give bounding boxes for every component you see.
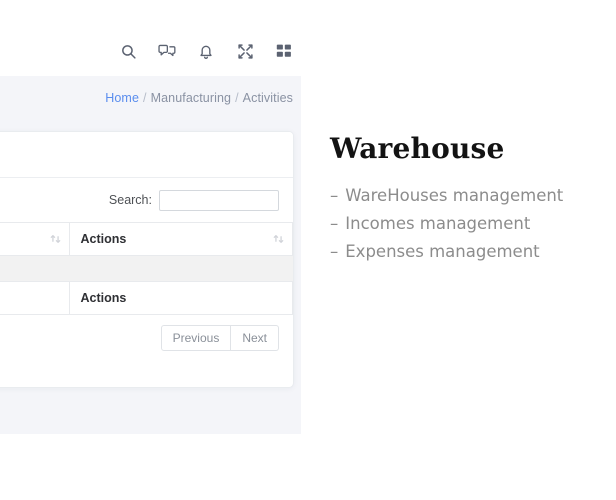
top-navbar	[0, 0, 301, 76]
bell-icon[interactable]	[197, 42, 215, 60]
card-header	[0, 132, 293, 178]
data-table-card: Search: Actions Actions Previous Next	[0, 131, 294, 388]
breadcrumb: Home / Manufacturing / Activities	[105, 91, 293, 105]
breadcrumb-separator: /	[143, 91, 147, 105]
search-label: Search:	[108, 193, 152, 207]
list-item-label: Incomes management	[345, 214, 531, 233]
next-page-button[interactable]: Next	[231, 324, 279, 351]
table-header-row: Actions	[0, 222, 293, 256]
breadcrumb-item-activities: Activities	[242, 91, 293, 105]
breadcrumb-bar: Home / Manufacturing / Activities	[0, 76, 301, 122]
table-row[interactable]	[0, 255, 293, 282]
previous-page-button[interactable]: Previous	[160, 324, 232, 351]
activities-table: Actions Actions	[0, 222, 293, 315]
fullscreen-icon[interactable]	[236, 42, 254, 60]
overlay-text-pane: Warehouse – WareHouses management – Inco…	[330, 0, 616, 500]
list-item: – Incomes management	[330, 210, 616, 238]
breadcrumb-item-home[interactable]: Home	[105, 91, 139, 105]
list-item: – WareHouses management	[330, 182, 616, 210]
table-header-cell-blank[interactable]	[0, 222, 70, 256]
list-bullet-dash: –	[330, 214, 339, 233]
application-panel: Home / Manufacturing / Activities Search:	[0, 0, 301, 434]
table-cell-empty	[0, 255, 293, 282]
list-item-label: Expenses management	[345, 242, 540, 261]
breadcrumb-item-manufacturing[interactable]: Manufacturing	[151, 91, 232, 105]
screenshot-root: Home / Manufacturing / Activities Search:	[0, 0, 616, 500]
overlay-feature-list: – WareHouses management – Incomes manage…	[330, 182, 616, 266]
navbar-icon-group	[119, 42, 293, 60]
table-head: Actions	[0, 222, 293, 256]
table-footer-cell-actions: Actions	[69, 281, 293, 315]
card-body: Search: Actions Actions Previous Next	[0, 178, 293, 360]
table-foot: Actions	[0, 281, 293, 315]
table-footer-cell-blank	[0, 281, 70, 315]
sort-icon	[273, 235, 284, 243]
table-header-cell-actions[interactable]: Actions	[69, 222, 293, 256]
list-item: – Expenses management	[330, 238, 616, 266]
breadcrumb-separator: /	[235, 91, 239, 105]
table-search-row: Search:	[0, 178, 293, 222]
chat-icon[interactable]	[158, 42, 176, 60]
list-bullet-dash: –	[330, 186, 339, 205]
search-input[interactable]	[159, 189, 279, 211]
list-bullet-dash: –	[330, 242, 339, 261]
search-icon[interactable]	[119, 42, 137, 60]
table-body	[0, 255, 293, 282]
pagination: Previous Next	[0, 315, 293, 360]
table-footer-row: Actions	[0, 281, 293, 315]
overlay-title: Warehouse	[330, 132, 505, 165]
sort-icon	[50, 235, 60, 243]
apps-grid-icon[interactable]	[275, 42, 293, 60]
list-item-label: WareHouses management	[345, 186, 564, 205]
